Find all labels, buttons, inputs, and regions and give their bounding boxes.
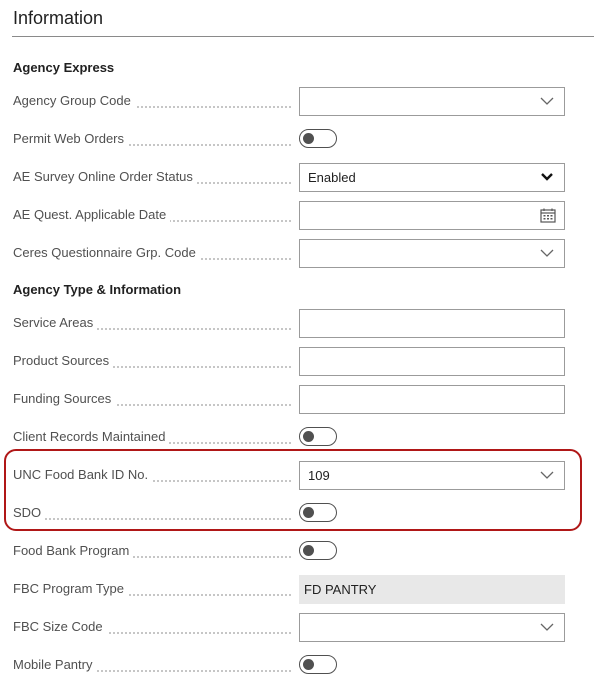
service-areas-row: Service Areas [0,308,594,338]
unc-food-bank-id-label: UNC Food Bank ID No. [13,460,153,490]
fbc-size-code-dropdown[interactable] [299,613,565,642]
toggle-knob [303,659,314,670]
mobile-pantry-label: Mobile Pantry [13,650,97,680]
ceres-questionnaire-row: Ceres Questionnaire Grp. Code [0,238,594,268]
fbc-program-type-row: FBC Program Type FD PANTRY [0,574,594,604]
mobile-pantry-toggle[interactable] [299,655,337,674]
calendar-icon[interactable] [540,208,556,223]
agency-group-code-label: Agency Group Code [13,86,135,116]
food-bank-program-label: Food Bank Program [13,536,134,566]
permit-web-orders-label: Permit Web Orders [13,124,129,154]
unc-food-bank-id-dropdown[interactable]: 109 [299,461,565,490]
sdo-row: SDO [0,498,594,528]
toggle-knob [303,507,314,518]
fbc-size-code-row: FBC Size Code [0,612,594,642]
ae-survey-status-row: AE Survey Online Order Status Enabled [0,162,594,192]
service-areas-input[interactable] [299,309,565,338]
product-sources-label: Product Sources [13,346,114,376]
client-records-label: Client Records Maintained [13,422,170,452]
agency-group-code-dropdown[interactable] [299,87,565,116]
product-sources-input[interactable] [299,347,565,376]
ae-quest-date-label: AE Quest. Applicable Date [13,200,171,230]
permit-web-orders-toggle[interactable] [299,129,337,148]
sdo-label: SDO [13,498,46,528]
funding-sources-row: Funding Sources [0,384,594,414]
ae-survey-status-select[interactable]: Enabled [299,163,565,192]
agency-group-code-row: Agency Group Code [0,86,594,116]
funding-sources-label: Funding Sources [13,384,116,414]
client-records-row: Client Records Maintained [0,422,594,452]
chevron-down-icon[interactable] [540,622,554,632]
chevron-down-icon[interactable] [540,96,554,106]
ae-survey-status-value: Enabled [308,170,356,185]
fbc-program-type-value: FD PANTRY [304,582,377,597]
chevron-down-icon[interactable] [540,248,554,258]
fbc-program-type-label: FBC Program Type [13,574,129,604]
ceres-questionnaire-dropdown[interactable] [299,239,565,268]
service-areas-label: Service Areas [13,308,98,338]
ceres-questionnaire-label: Ceres Questionnaire Grp. Code [13,238,200,268]
fbc-program-type-field: FD PANTRY [299,575,565,604]
ae-survey-status-label: AE Survey Online Order Status [13,162,197,192]
client-records-toggle[interactable] [299,427,337,446]
group-heading-agency-express: Agency Express [13,60,115,75]
select-arrow-icon[interactable] [540,172,554,182]
label-leader-dots [13,517,291,520]
mobile-pantry-row: Mobile Pantry [0,650,594,680]
page-title: Information [13,8,104,28]
ae-quest-date-row: AE Quest. Applicable Date [0,200,594,230]
header-divider [12,36,594,37]
funding-sources-input[interactable] [299,385,565,414]
unc-food-bank-id-value: 109 [308,468,330,483]
product-sources-row: Product Sources [0,346,594,376]
toggle-knob [303,431,314,442]
unc-food-bank-id-row: UNC Food Bank ID No. 109 [0,460,594,490]
food-bank-program-toggle[interactable] [299,541,337,560]
toggle-knob [303,133,314,144]
group-heading-agency-type: Agency Type & Information [13,282,182,297]
toggle-knob [303,545,314,556]
chevron-down-icon[interactable] [540,470,554,480]
food-bank-program-row: Food Bank Program [0,536,594,566]
ae-quest-date-input[interactable] [299,201,565,230]
sdo-toggle[interactable] [299,503,337,522]
permit-web-orders-row: Permit Web Orders [0,124,594,154]
fbc-size-code-label: FBC Size Code [13,612,107,642]
